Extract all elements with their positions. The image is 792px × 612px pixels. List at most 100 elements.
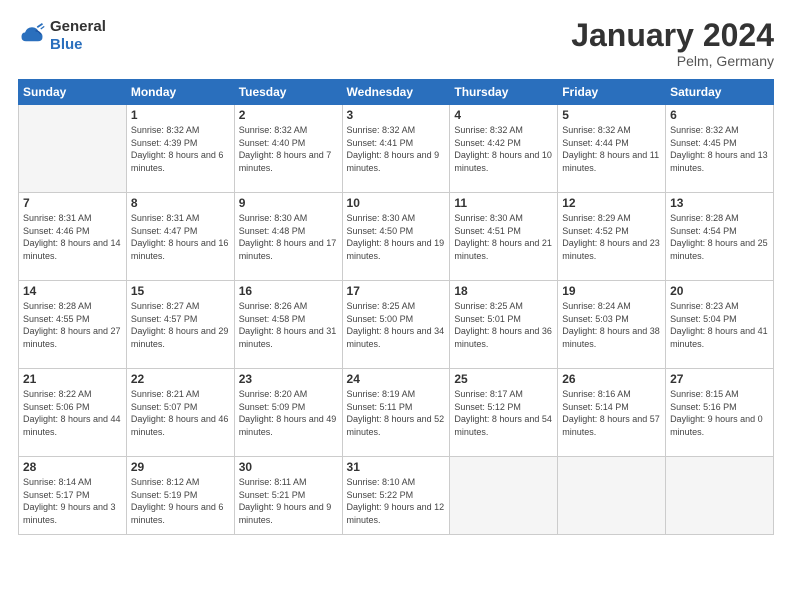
day-number: 8 [131, 196, 230, 210]
day-number: 18 [454, 284, 553, 298]
day-number: 7 [23, 196, 122, 210]
calendar-day-cell: 16Sunrise: 8:26 AMSunset: 4:58 PMDayligh… [234, 281, 342, 369]
title-area: January 2024 Pelm, Germany [571, 18, 774, 69]
calendar-header-row: SundayMondayTuesdayWednesdayThursdayFrid… [19, 80, 774, 105]
day-number: 3 [347, 108, 446, 122]
calendar-day-cell: 29 Sunrise: 8:12 AMSunset: 5:19 PMDayligh… [126, 457, 234, 535]
calendar-day-cell: 3 Sunrise: 8:32 AMSunset: 4:41 PMDaylight… [342, 105, 450, 193]
day-info: Sunrise: 8:11 AMSunset: 5:21 PMDaylight:… [239, 476, 338, 526]
day-number: 21 [23, 372, 122, 386]
day-number: 10 [347, 196, 446, 210]
calendar-day-cell: 26 Sunrise: 8:16 AMSunset: 5:14 PMDayligh… [558, 369, 666, 457]
calendar-day-cell: 8Sunrise: 8:31 AMSunset: 4:47 PMDaylight… [126, 193, 234, 281]
day-info: Sunrise: 8:32 AMSunset: 4:42 PMDaylight:… [454, 124, 553, 174]
day-info: Sunrise: 8:15 AMSunset: 5:16 PMDaylight:… [670, 388, 769, 438]
calendar-day-cell: 11 Sunrise: 8:30 AMSunset: 4:51 PMDayligh… [450, 193, 558, 281]
day-number: 4 [454, 108, 553, 122]
day-info: Sunrise: 8:24 AMSunset: 5:03 PMDaylight:… [562, 300, 661, 350]
day-number: 20 [670, 284, 769, 298]
calendar-day-cell: 30 Sunrise: 8:11 AMSunset: 5:21 PMDayligh… [234, 457, 342, 535]
day-number: 5 [562, 108, 661, 122]
calendar-day-cell: 7 Sunrise: 8:31 AMSunset: 4:46 PMDaylight… [19, 193, 127, 281]
day-info: Sunrise: 8:32 AMSunset: 4:45 PMDaylight:… [670, 124, 769, 174]
day-number: 15 [131, 284, 230, 298]
day-info: Sunrise: 8:25 AMSunset: 5:01 PMDaylight:… [454, 300, 553, 350]
day-info: Sunrise: 8:16 AMSunset: 5:14 PMDaylight:… [562, 388, 661, 438]
location: Pelm, Germany [571, 53, 774, 69]
calendar-day-header: Wednesday [342, 80, 450, 105]
calendar-day-cell: 12Sunrise: 8:29 AMSunset: 4:52 PMDayligh… [558, 193, 666, 281]
day-number: 30 [239, 460, 338, 474]
day-info: Sunrise: 8:23 AMSunset: 5:04 PMDaylight:… [670, 300, 769, 350]
header: General Blue January 2024 Pelm, Germany [18, 18, 774, 69]
day-info: Sunrise: 8:12 AMSunset: 5:19 PMDaylight:… [131, 476, 230, 526]
day-number: 28 [23, 460, 122, 474]
day-info: Sunrise: 8:32 AMSunset: 4:41 PMDaylight:… [347, 124, 446, 174]
logo: General Blue [18, 18, 106, 54]
logo-icon [18, 22, 46, 50]
calendar-day-cell: 4 Sunrise: 8:32 AMSunset: 4:42 PMDaylight… [450, 105, 558, 193]
day-info: Sunrise: 8:22 AMSunset: 5:06 PMDaylight:… [23, 388, 122, 438]
day-info: Sunrise: 8:28 AMSunset: 4:55 PMDaylight:… [23, 300, 122, 350]
day-number: 13 [670, 196, 769, 210]
day-number: 1 [131, 108, 230, 122]
calendar-day-header: Tuesday [234, 80, 342, 105]
calendar-day-cell: 15 Sunrise: 8:27 AMSunset: 4:57 PMDayligh… [126, 281, 234, 369]
day-number: 31 [347, 460, 446, 474]
day-number: 11 [454, 196, 553, 210]
day-info: Sunrise: 8:21 AMSunset: 5:07 PMDaylight:… [131, 388, 230, 438]
day-info: Sunrise: 8:26 AMSunset: 4:58 PMDaylight:… [239, 300, 338, 350]
day-info: Sunrise: 8:28 AMSunset: 4:54 PMDaylight:… [670, 212, 769, 262]
calendar-day-header: Friday [558, 80, 666, 105]
calendar-table: SundayMondayTuesdayWednesdayThursdayFrid… [18, 79, 774, 535]
day-number: 17 [347, 284, 446, 298]
calendar-day-cell: 2 Sunrise: 8:32 AMSunset: 4:40 PMDaylight… [234, 105, 342, 193]
day-info: Sunrise: 8:25 AMSunset: 5:00 PMDaylight:… [347, 300, 446, 350]
day-info: Sunrise: 8:30 AMSunset: 4:48 PMDaylight:… [239, 212, 338, 262]
calendar-day-cell: 27 Sunrise: 8:15 AMSunset: 5:16 PMDayligh… [666, 369, 774, 457]
day-number: 6 [670, 108, 769, 122]
day-number: 22 [131, 372, 230, 386]
calendar-week-row: 21 Sunrise: 8:22 AMSunset: 5:06 PMDayligh… [19, 369, 774, 457]
day-number: 27 [670, 372, 769, 386]
month-title: January 2024 [571, 18, 774, 53]
calendar-day-cell: 23Sunrise: 8:20 AMSunset: 5:09 PMDayligh… [234, 369, 342, 457]
calendar-day-cell: 25Sunrise: 8:17 AMSunset: 5:12 PMDayligh… [450, 369, 558, 457]
calendar-day-cell: 17 Sunrise: 8:25 AMSunset: 5:00 PMDayligh… [342, 281, 450, 369]
day-info: Sunrise: 8:30 AMSunset: 4:51 PMDaylight:… [454, 212, 553, 262]
calendar-day-cell: 14 Sunrise: 8:28 AMSunset: 4:55 PMDayligh… [19, 281, 127, 369]
day-info: Sunrise: 8:32 AMSunset: 4:39 PMDaylight:… [131, 124, 230, 174]
day-number: 26 [562, 372, 661, 386]
day-info: Sunrise: 8:32 AMSunset: 4:40 PMDaylight:… [239, 124, 338, 174]
day-info: Sunrise: 8:19 AMSunset: 5:11 PMDaylight:… [347, 388, 446, 438]
calendar-week-row: 14 Sunrise: 8:28 AMSunset: 4:55 PMDayligh… [19, 281, 774, 369]
day-info: Sunrise: 8:27 AMSunset: 4:57 PMDaylight:… [131, 300, 230, 350]
calendar-day-cell: 18 Sunrise: 8:25 AMSunset: 5:01 PMDayligh… [450, 281, 558, 369]
calendar-day-cell [450, 457, 558, 535]
day-number: 12 [562, 196, 661, 210]
calendar-day-cell: 6 Sunrise: 8:32 AMSunset: 4:45 PMDaylight… [666, 105, 774, 193]
day-info: Sunrise: 8:32 AMSunset: 4:44 PMDaylight:… [562, 124, 661, 174]
calendar-day-header: Thursday [450, 80, 558, 105]
calendar-day-cell: 24 Sunrise: 8:19 AMSunset: 5:11 PMDayligh… [342, 369, 450, 457]
page: General Blue January 2024 Pelm, Germany … [0, 0, 792, 612]
day-number: 2 [239, 108, 338, 122]
calendar-day-cell: 10Sunrise: 8:30 AMSunset: 4:50 PMDayligh… [342, 193, 450, 281]
calendar-day-cell: 5 Sunrise: 8:32 AMSunset: 4:44 PMDaylight… [558, 105, 666, 193]
day-info: Sunrise: 8:20 AMSunset: 5:09 PMDaylight:… [239, 388, 338, 438]
calendar-week-row: 7 Sunrise: 8:31 AMSunset: 4:46 PMDaylight… [19, 193, 774, 281]
logo-general: General [50, 18, 106, 35]
day-info: Sunrise: 8:31 AMSunset: 4:46 PMDaylight:… [23, 212, 122, 262]
calendar-day-cell [558, 457, 666, 535]
calendar-day-cell: 31Sunrise: 8:10 AMSunset: 5:22 PMDayligh… [342, 457, 450, 535]
calendar-day-header: Sunday [19, 80, 127, 105]
calendar-day-cell: 9Sunrise: 8:30 AMSunset: 4:48 PMDaylight… [234, 193, 342, 281]
day-number: 14 [23, 284, 122, 298]
logo-text: General Blue [50, 18, 106, 54]
calendar-day-header: Monday [126, 80, 234, 105]
day-number: 29 [131, 460, 230, 474]
day-number: 25 [454, 372, 553, 386]
day-number: 24 [347, 372, 446, 386]
logo-blue: Blue [50, 36, 83, 53]
calendar-week-row: 1 Sunrise: 8:32 AMSunset: 4:39 PMDaylight… [19, 105, 774, 193]
